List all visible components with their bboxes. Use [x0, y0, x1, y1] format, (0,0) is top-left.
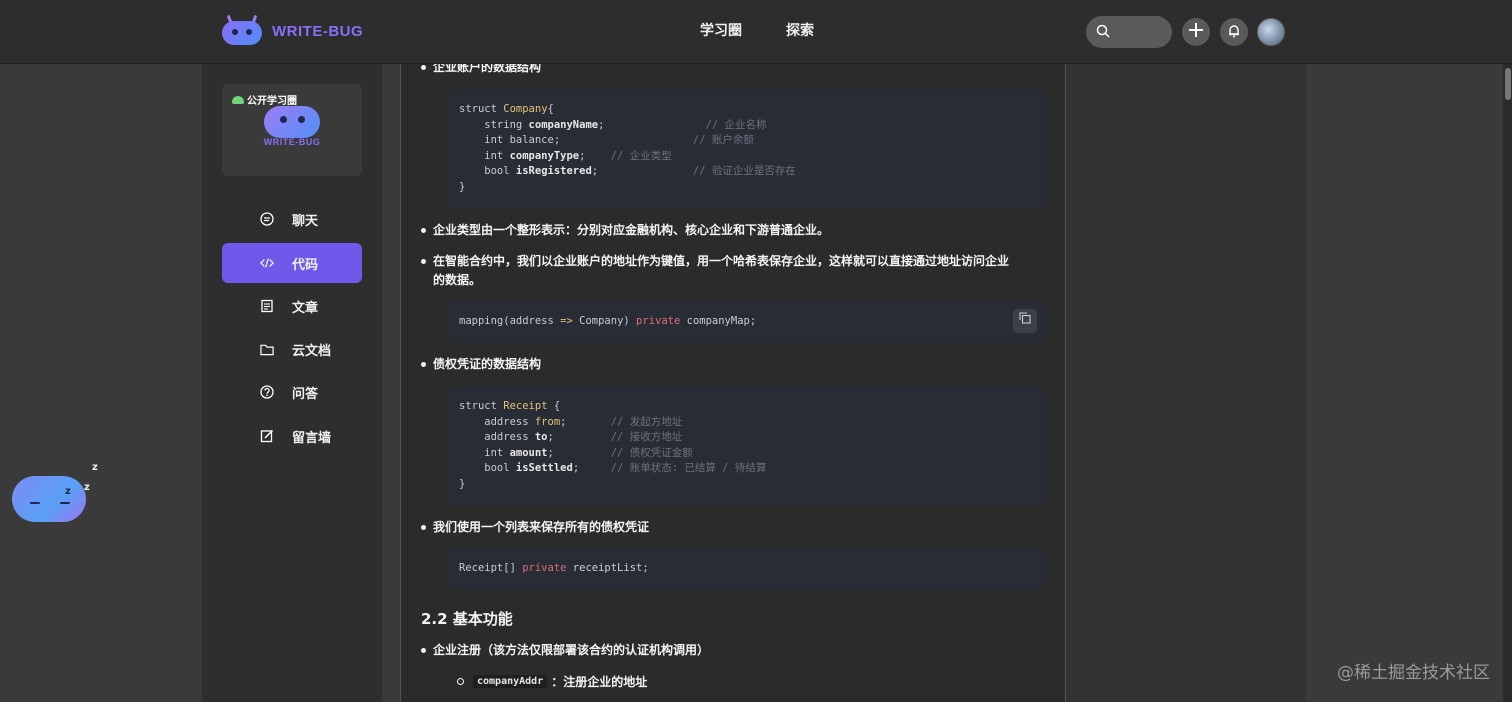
sidebar-item-label: 文章 [292, 300, 319, 316]
copy-icon [1019, 312, 1031, 330]
logo-text: WRITE-BUG [272, 22, 364, 40]
user-avatar[interactable] [1257, 18, 1285, 46]
search-icon [1096, 23, 1110, 42]
sleeping-robot-icon [12, 476, 86, 522]
bell-icon [1227, 23, 1241, 42]
site-logo[interactable]: WRITE-BUG [220, 14, 363, 48]
article-icon [260, 299, 274, 313]
main-nav: 学习圈 探索 [700, 20, 814, 40]
watermark: @稀土掘金技术社区 [1337, 663, 1490, 683]
sub-list-text: ：注册企业的地址 [551, 675, 648, 689]
code-icon [260, 256, 274, 270]
scrollbar-thumb[interactable] [1505, 68, 1511, 100]
nav-explore[interactable]: 探索 [786, 20, 814, 40]
list-item: 企业账户的数据结构 [420, 64, 541, 77]
sidebar-item-label: 代码 [292, 257, 319, 273]
sidebar-item-label: 问答 [292, 386, 319, 402]
right-panel [1066, 64, 1306, 702]
inline-code: companyAddr [473, 675, 548, 688]
plus-icon [1188, 22, 1204, 42]
scrollbar[interactable] [1503, 64, 1512, 702]
create-button[interactable] [1182, 18, 1210, 46]
sidebar-item-chat[interactable]: 聊天 [222, 199, 362, 239]
floating-assistant[interactable]: z z z [10, 462, 106, 528]
list-item-line: 的数据。 [433, 273, 482, 287]
article-content: 企业账户的数据结构 struct Company{ string company… [400, 64, 1066, 702]
question-icon [260, 385, 274, 399]
list-item: 我们使用一个列表来保存所有的债权凭证 [420, 518, 649, 537]
search-box[interactable] [1086, 16, 1172, 48]
code-block-receipt-list: Receipt[] private receiptList; [447, 549, 1045, 589]
sidebar-item-code[interactable]: 代码 [222, 243, 362, 283]
section-heading: 2.2 基本功能 [421, 610, 513, 628]
chat-icon [260, 212, 274, 226]
sleep-z: z [84, 482, 90, 493]
sidebar-item-article[interactable]: 文章 [222, 286, 362, 326]
circle-tag: 公开学习圈 [232, 92, 297, 107]
search-input[interactable] [1116, 25, 1166, 39]
folder-icon [260, 342, 274, 356]
sidebar-item-label: 云文档 [292, 343, 332, 359]
robot-logo-icon [220, 14, 264, 47]
list-item: 企业注册（该方法仅限部署该合约的认证机构调用） [420, 641, 709, 660]
sub-list-item: companyAddr ：注册企业的地址 [456, 673, 648, 690]
android-icon [232, 95, 244, 104]
notifications-button[interactable] [1220, 18, 1248, 46]
edit-icon [260, 429, 274, 443]
code-block-mapping: mapping(address => Company) private comp… [447, 302, 1045, 342]
left-sidebar: 公开学习圈 WRITE-BUG 聊天 代码 文章 云文档 问答 留言墙 [202, 64, 382, 702]
code-block-receipt: struct Receipt { address from; // 发起方地址 … [447, 387, 1045, 505]
list-item: 在智能合约中，我们以企业账户的地址作为键值，用一个哈希表保存企业，这样就可以直接… [420, 252, 1010, 290]
sidebar-item-label: 聊天 [292, 213, 319, 229]
sidebar-item-message-wall[interactable]: 留言墙 [222, 416, 362, 456]
nav-study-circle[interactable]: 学习圈 [700, 20, 742, 40]
sleep-z: z [65, 486, 71, 497]
code-block-company: struct Company{ string companyName; // 企… [447, 90, 1045, 208]
list-item: 债权凭证的数据结构 [420, 355, 541, 374]
sidebar-item-label: 留言墙 [292, 430, 332, 446]
sidebar-item-cloud-docs[interactable]: 云文档 [222, 329, 362, 369]
list-item-line: 在智能合约中，我们以企业账户的地址作为键值，用一个哈希表保存企业，这样就可以直接… [433, 254, 1010, 268]
circle-brand: WRITE-BUG [263, 137, 321, 147]
list-item: 企业类型由一个整形表示：分别对应金融机构、核心企业和下游普通企业。 [420, 221, 829, 240]
sidebar-item-qa[interactable]: 问答 [222, 372, 362, 412]
circle-tag-label: 公开学习圈 [247, 96, 297, 107]
sleep-z: z [92, 462, 98, 473]
circle-card[interactable]: 公开学习圈 WRITE-BUG [222, 84, 362, 176]
top-navbar: WRITE-BUG 学习圈 探索 [0, 0, 1512, 64]
copy-button[interactable] [1013, 309, 1037, 333]
